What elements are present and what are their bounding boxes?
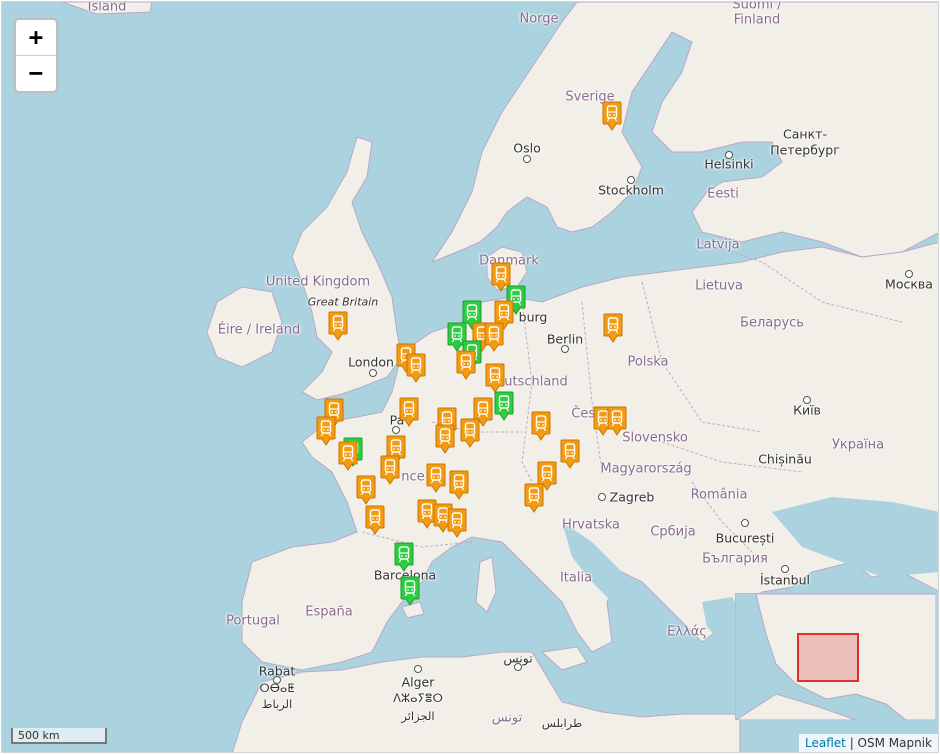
train-icon [426, 463, 446, 493]
city-dot [905, 270, 913, 278]
train-marker-orange[interactable] [316, 416, 336, 446]
train-icon [603, 313, 623, 343]
tile-source: OSM Mapnik [857, 736, 932, 750]
train-marker-orange[interactable] [460, 418, 480, 448]
train-marker-orange[interactable] [356, 475, 376, 505]
city-dot [392, 426, 400, 434]
city-dot [523, 155, 531, 163]
train-icon [607, 406, 627, 436]
train-icon [394, 542, 414, 572]
train-marker-green[interactable] [394, 542, 414, 572]
train-icon [524, 483, 544, 513]
city-dot [725, 151, 733, 159]
train-marker-orange[interactable] [435, 424, 455, 454]
train-icon [602, 101, 622, 131]
train-icon [338, 441, 358, 471]
train-marker-orange[interactable] [447, 508, 467, 538]
train-icon [460, 418, 480, 448]
train-marker-orange[interactable] [531, 411, 551, 441]
train-icon [328, 311, 348, 341]
train-marker-orange[interactable] [484, 322, 504, 352]
train-marker-orange[interactable] [524, 483, 544, 513]
scale-bar: 500 km [11, 728, 107, 744]
minimap-viewport-box [797, 633, 859, 682]
train-marker-orange[interactable] [380, 455, 400, 485]
train-marker-orange[interactable] [406, 353, 426, 383]
train-icon [531, 411, 551, 441]
train-icon [316, 416, 336, 446]
train-icon [560, 439, 580, 469]
city-dot [781, 565, 789, 573]
city-dot [561, 345, 569, 353]
train-icon [399, 397, 419, 427]
train-marker-orange[interactable] [426, 463, 446, 493]
train-icon [447, 508, 467, 538]
city-dot [627, 176, 635, 184]
train-marker-orange[interactable] [449, 470, 469, 500]
train-marker-orange[interactable] [328, 311, 348, 341]
train-icon [400, 576, 420, 606]
train-marker-orange[interactable] [603, 313, 623, 343]
minimap[interactable] [735, 593, 936, 720]
train-marker-green[interactable] [400, 576, 420, 606]
city-dot [741, 519, 749, 527]
leaflet-link[interactable]: Leaflet [805, 736, 846, 750]
city-dot [273, 676, 281, 684]
train-marker-orange[interactable] [399, 397, 419, 427]
train-icon [365, 505, 385, 535]
train-marker-orange[interactable] [602, 101, 622, 131]
train-icon [356, 475, 376, 505]
train-icon [406, 353, 426, 383]
train-marker-orange[interactable] [338, 441, 358, 471]
train-marker-orange[interactable] [607, 406, 627, 436]
train-icon [456, 350, 476, 380]
train-icon [484, 322, 504, 352]
train-icon [380, 455, 400, 485]
minimap-tiles [736, 594, 936, 720]
attribution-separator: | [845, 736, 858, 750]
city-dot [514, 663, 522, 671]
train-marker-orange[interactable] [456, 350, 476, 380]
train-icon [449, 470, 469, 500]
train-marker-orange[interactable] [365, 505, 385, 535]
attribution: Leaflet | OSM Mapnik [799, 734, 938, 752]
train-icon [485, 363, 505, 393]
city-dot [598, 493, 606, 501]
map-container[interactable]: Ísland Norge Suomi / Finland Sverige Oslo Санк… [1, 1, 939, 753]
zoom-out-button[interactable]: − [16, 55, 56, 91]
city-dot [414, 665, 422, 673]
zoom-control: + − [14, 18, 58, 93]
train-marker-orange[interactable] [560, 439, 580, 469]
zoom-in-button[interactable]: + [16, 20, 56, 55]
train-marker-green[interactable] [494, 391, 514, 421]
train-icon [435, 424, 455, 454]
train-icon [494, 391, 514, 421]
city-dot [369, 369, 377, 377]
train-marker-orange[interactable] [485, 363, 505, 393]
city-dot [803, 396, 811, 404]
